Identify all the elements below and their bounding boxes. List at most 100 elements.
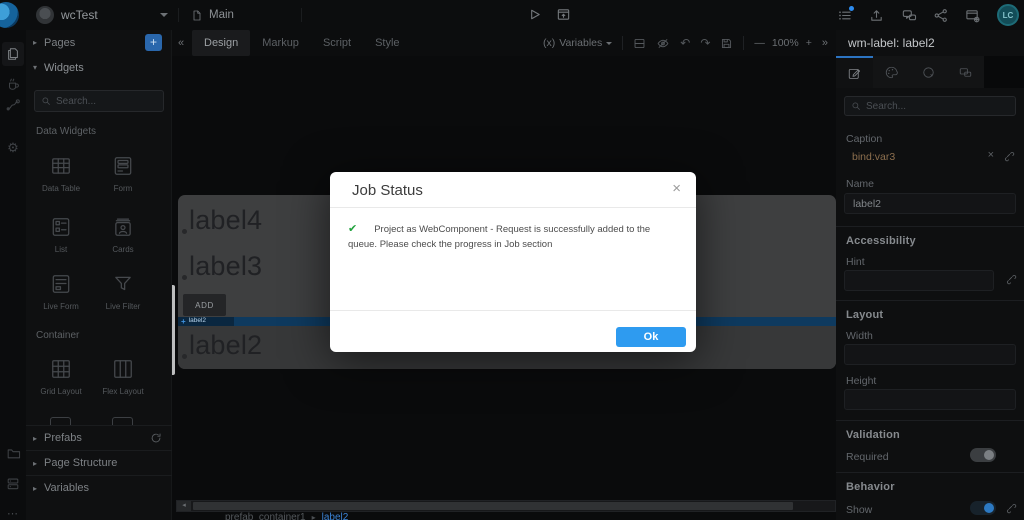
jobs-notification-dot [849,6,854,11]
split-view-button[interactable] [633,37,646,50]
toggle-knob [984,450,994,460]
tab-markup[interactable]: Markup [250,30,311,56]
collapse-sidebar-button[interactable]: « [178,30,184,56]
adjacent-page-edge [172,285,175,375]
rail-apis-icon[interactable] [5,96,21,112]
sidebar-section-pages[interactable]: ▸ Pages + [26,30,172,55]
widget-search-input[interactable] [56,96,157,107]
page-tab-main[interactable]: Main [191,0,234,30]
user-avatar[interactable]: LC [997,4,1019,26]
widget-label: Grid Layout [30,387,92,396]
project-chevron-down-icon[interactable] [160,13,168,17]
caret-right-icon: ▸ [26,434,44,443]
share-button[interactable] [933,8,948,23]
width-input[interactable] [844,344,1016,365]
sidebar-section-widgets[interactable]: ▾ Widgets [26,55,172,80]
zoom-out-button[interactable]: — [754,37,765,49]
widget-form[interactable]: Form [92,155,154,193]
tab-events[interactable] [910,56,947,88]
property-search-input[interactable] [866,101,1009,112]
scroll-left-arrow-icon[interactable]: ◂ [177,501,191,511]
drag-handle-icon[interactable] [182,275,187,280]
page-tab-label: Main [209,9,234,21]
export-button[interactable] [869,8,884,23]
rail-more-icon[interactable]: ⋯ [5,505,21,520]
sidebar-section-variables[interactable]: ▸ Variables [26,475,172,500]
caption-label: Caption [846,133,882,145]
widget-live-form[interactable]: Live Form [30,273,92,311]
rail-java-services-icon[interactable] [5,76,21,92]
name-input[interactable] [844,193,1016,214]
canvas-label4[interactable]: label4 [182,201,262,239]
tab-script[interactable]: Script [311,30,363,56]
partial-widget-icon [112,417,133,425]
project-avatar [36,6,54,24]
selection-tag-label: label2 [189,318,206,325]
rail-files-folder-icon[interactable] [5,445,21,461]
rail-pages-icon[interactable] [5,46,21,62]
tab-styles[interactable] [873,56,910,88]
refresh-prefabs-icon[interactable] [150,432,162,444]
rail-settings-gear-icon[interactable]: ⚙ [5,140,21,156]
widget-grid-layout[interactable]: Grid Layout [30,358,92,396]
zoom-in-button[interactable]: + [806,37,812,49]
divider [743,36,744,50]
show-label: Show [846,504,872,516]
preview-button[interactable] [556,7,571,22]
divider [178,8,179,22]
drag-handle-icon[interactable] [182,229,187,234]
show-toggle[interactable] [970,501,996,515]
breadcrumb-parent[interactable]: prefab_container1 [225,512,306,520]
topbar-icon-cluster [837,0,980,30]
widget-cards[interactable]: Cards [92,216,154,254]
feedback-button[interactable] [901,8,916,23]
variables-dropdown[interactable]: (x) Variables [543,37,612,49]
selection-tag: + label2 [178,317,234,326]
tab-layout[interactable] [947,56,984,88]
design-toolbar: « Design Markup Script Style (x) Variabl… [172,30,836,56]
tab-design[interactable]: Design [192,30,250,56]
bind-show-link-icon[interactable] [1005,502,1016,513]
canvas-label3[interactable]: label3 [182,247,262,285]
breadcrumb-separator-icon: ▸ [312,513,316,520]
jobs-button[interactable] [837,8,852,23]
caption-value[interactable]: bind:var3 [852,151,895,163]
label3-text: label3 [182,247,262,285]
widget-data-table[interactable]: Data Table [30,155,92,193]
sidebar-section-prefabs[interactable]: ▸ Prefabs [26,425,172,450]
tab-style[interactable]: Style [363,30,411,56]
save-button[interactable] [720,37,733,50]
settings-window-button[interactable] [965,8,980,23]
widget-live-filter[interactable]: Live Filter [92,273,154,311]
hint-input[interactable] [844,270,994,291]
height-input[interactable] [844,389,1016,410]
canvas-add-button[interactable]: ADD [183,294,226,316]
required-toggle[interactable] [970,448,996,462]
drag-handle-icon[interactable] [182,354,187,359]
scrollbar-thumb[interactable] [193,502,793,510]
widget-flex-layout[interactable]: Flex Layout [92,358,154,396]
add-page-button[interactable]: + [145,34,162,51]
live-filter-funnel-icon [92,273,154,295]
ok-button[interactable]: Ok [616,327,686,347]
collapse-inspector-button[interactable]: » [822,37,828,49]
widget-list[interactable]: List [30,216,92,254]
undo-button[interactable]: ↶ [680,37,690,49]
tab-properties[interactable] [836,56,873,88]
bind-hint-link-icon[interactable] [1005,273,1016,284]
bind-caption-link-icon[interactable] [1003,150,1014,161]
horizontal-scrollbar[interactable]: ◂ [176,500,836,512]
canvas-label2[interactable]: label2 [182,326,262,364]
required-label: Required [846,451,889,463]
rail-database-icon[interactable] [5,475,21,491]
dialog-close-icon[interactable]: × [672,180,681,197]
project-name[interactable]: wcTest [61,0,98,30]
pages-label: Pages [44,37,75,49]
group-title-container: Container [36,330,79,341]
clear-caption-icon[interactable]: × [988,149,994,161]
sidebar-section-page-structure[interactable]: ▸ Page Structure [26,450,172,475]
redo-button[interactable]: ↷ [700,37,710,49]
run-button[interactable] [527,7,542,22]
breadcrumb-child[interactable]: label2 [322,512,349,520]
hide-markers-eye-off-button[interactable] [656,37,670,50]
